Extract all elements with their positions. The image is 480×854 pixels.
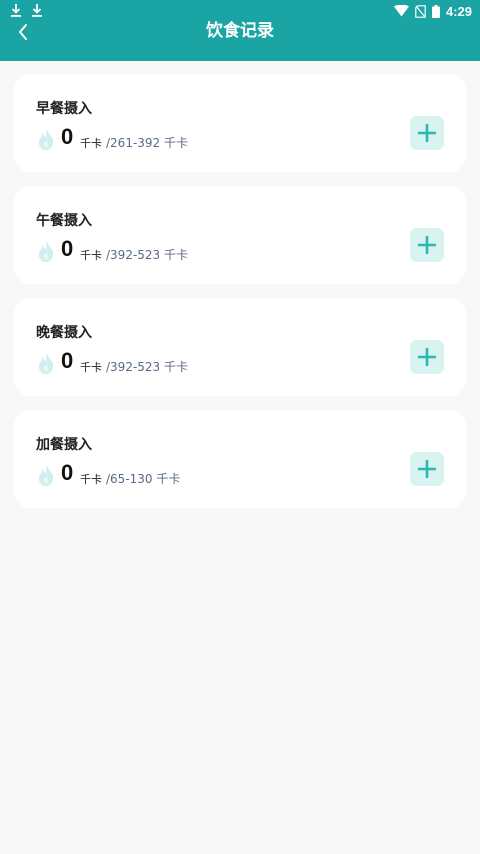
plus-icon <box>418 236 436 254</box>
kcal-value: 0 <box>61 348 74 373</box>
flame-icon <box>38 352 54 374</box>
kcal-value: 0 <box>61 124 74 149</box>
meal-card-lunch: 午餐摄入 0 千卡 /392-523 千卡 <box>14 186 466 284</box>
flame-icon <box>38 464 54 486</box>
download-icon <box>11 4 21 17</box>
plus-icon <box>418 460 436 478</box>
meal-card-dinner: 晚餐摄入 0 千卡 /392-523 千卡 <box>14 298 466 396</box>
status-time: 4:29 <box>445 3 472 19</box>
meal-list: 早餐摄入 0 千卡 /261-392 千卡 午餐摄入 0 千卡 /392-523… <box>14 74 466 522</box>
add-dinner-button[interactable] <box>410 340 444 374</box>
wifi-icon <box>393 5 409 17</box>
download-icon <box>32 4 42 17</box>
meal-title: 早餐摄入 <box>36 101 92 117</box>
flame-icon <box>38 240 54 262</box>
kcal-range: /261-392 千卡 <box>106 136 188 150</box>
meal-title: 午餐摄入 <box>36 213 92 229</box>
kcal-unit: 千卡 <box>80 137 102 150</box>
meal-card-snack: 加餐摄入 0 千卡 /65-130 千卡 <box>14 410 466 508</box>
kcal-unit: 千卡 <box>80 473 102 486</box>
page-title: 饮食记录 <box>206 21 274 41</box>
kcal-unit: 千卡 <box>80 361 102 374</box>
meal-card-breakfast: 早餐摄入 0 千卡 /261-392 千卡 <box>14 74 466 172</box>
kcal-range: /65-130 千卡 <box>106 472 181 486</box>
kcal-range: /392-523 千卡 <box>106 248 188 262</box>
flame-icon <box>38 128 54 150</box>
add-lunch-button[interactable] <box>410 228 444 262</box>
add-snack-button[interactable] <box>410 452 444 486</box>
kcal-range: /392-523 千卡 <box>106 360 188 374</box>
add-breakfast-button[interactable] <box>410 116 444 150</box>
kcal-value: 0 <box>61 236 74 261</box>
meal-title: 晚餐摄入 <box>36 325 92 341</box>
plus-icon <box>418 348 436 366</box>
plus-icon <box>418 124 436 142</box>
battery-icon <box>431 4 440 18</box>
app-header: 4:29 饮食记录 <box>0 0 480 61</box>
kcal-unit: 千卡 <box>80 249 102 262</box>
meal-title: 加餐摄入 <box>36 437 92 453</box>
no-sim-icon <box>415 4 426 18</box>
kcal-value: 0 <box>61 460 74 485</box>
